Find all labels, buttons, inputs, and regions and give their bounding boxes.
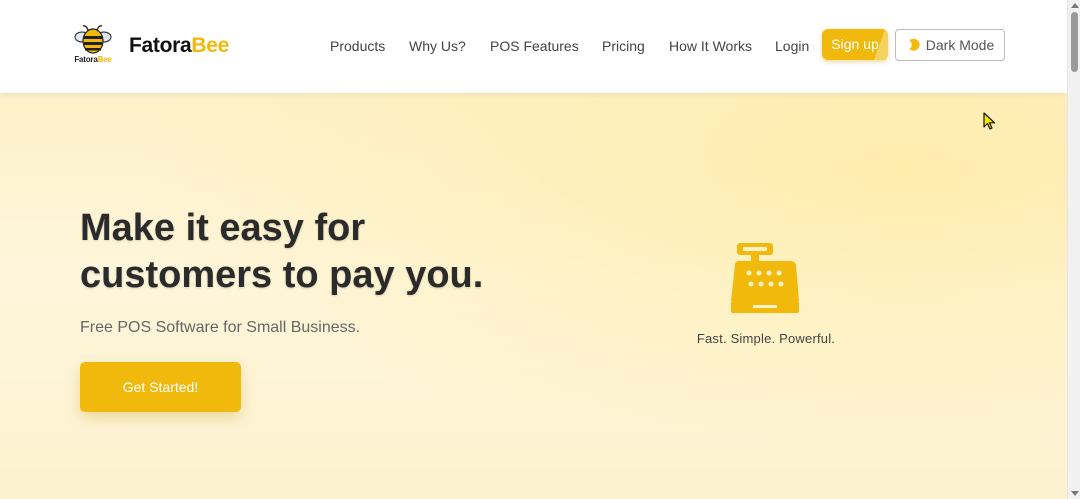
hero-headline-line-1: Make it easy for <box>80 207 366 249</box>
nav-why-us[interactable]: Why Us? <box>409 38 466 54</box>
hero-headline: Make it easy for customers to pay you. <box>80 205 483 299</box>
hero-section: Make it easy for customers to pay you. F… <box>0 93 1067 499</box>
brand-part-2: Bee <box>191 34 230 57</box>
scroll-down-arrow-icon[interactable] <box>1071 491 1079 496</box>
vertical-scrollbar[interactable] <box>1067 0 1080 499</box>
scroll-up-arrow-icon[interactable] <box>1071 3 1079 8</box>
cash-register-icon <box>731 243 799 313</box>
mouse-cursor-icon <box>983 112 996 130</box>
nav-products[interactable]: Products <box>330 38 385 54</box>
nav-pricing[interactable]: Pricing <box>602 38 645 54</box>
dark-mode-button[interactable]: Dark Mode <box>895 29 1005 61</box>
scroll-thumb[interactable] <box>1071 12 1078 72</box>
nav-pos-features[interactable]: POS Features <box>490 38 579 54</box>
bee-icon <box>74 25 112 54</box>
logo[interactable]: FatoraBee <box>68 24 118 66</box>
logo-small-text-2: Bee <box>97 55 112 64</box>
signup-button[interactable]: Sign up <box>822 29 888 60</box>
logo-wordmark-small: FatoraBee <box>68 55 118 64</box>
logo-small-text-1: Fatora <box>74 55 98 64</box>
hero-subtitle: Free POS Software for Small Business. <box>80 319 361 336</box>
moon-icon <box>909 38 920 51</box>
brand-name[interactable]: FatoraBee <box>129 34 229 58</box>
hero-tagline: Fast. Simple. Powerful. <box>696 331 836 346</box>
get-started-button[interactable]: Get Started! <box>80 362 241 412</box>
site-header: FatoraBee FatoraBee Products Why Us? POS… <box>0 0 1067 93</box>
page: FatoraBee FatoraBee Products Why Us? POS… <box>0 0 1080 499</box>
nav-how-it-works[interactable]: How It Works <box>669 38 752 54</box>
dark-mode-label: Dark Mode <box>925 37 995 53</box>
brand-part-1: Fatora <box>129 34 192 57</box>
hero-headline-line-2: customers to pay you. <box>80 254 484 296</box>
nav-login[interactable]: Login <box>775 38 809 54</box>
